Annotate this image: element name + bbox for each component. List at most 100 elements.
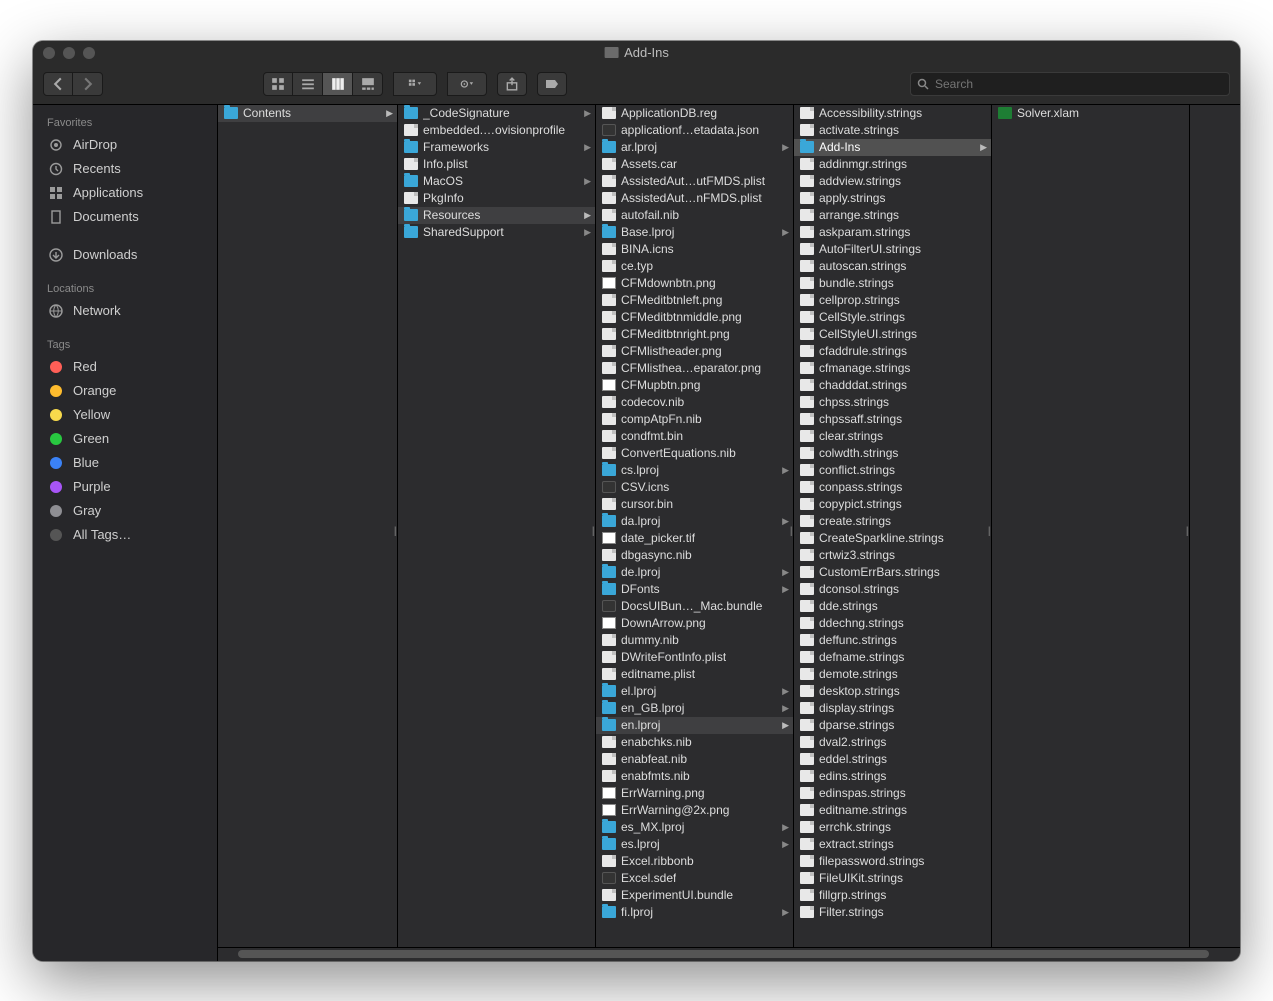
list-item[interactable]: CellStyleUI.strings <box>794 326 991 343</box>
list-item[interactable]: dval2.strings <box>794 734 991 751</box>
arrange-button[interactable] <box>393 72 437 96</box>
list-item[interactable]: Excel.sdef <box>596 870 793 887</box>
sidebar-item[interactable]: Network <box>33 299 217 323</box>
list-item[interactable]: applicationf…etadata.json <box>596 122 793 139</box>
list-item[interactable]: dconsol.strings <box>794 581 991 598</box>
list-item[interactable]: AutoFilterUI.strings <box>794 241 991 258</box>
list-item[interactable]: compAtpFn.nib <box>596 411 793 428</box>
list-item[interactable]: da.lproj▶ <box>596 513 793 530</box>
action-button[interactable] <box>447 72 487 96</box>
list-item[interactable]: autofail.nib <box>596 207 793 224</box>
search-field[interactable] <box>910 72 1230 96</box>
list-item[interactable]: enabchks.nib <box>596 734 793 751</box>
list-item[interactable]: AssistedAut…nFMDS.plist <box>596 190 793 207</box>
list-item[interactable]: condfmt.bin <box>596 428 793 445</box>
list-item[interactable]: ErrWarning@2x.png <box>596 802 793 819</box>
list-item[interactable]: desktop.strings <box>794 683 991 700</box>
list-item[interactable]: date_picker.tif <box>596 530 793 547</box>
list-item[interactable]: enabfmts.nib <box>596 768 793 785</box>
minimize-button[interactable] <box>63 47 75 59</box>
list-item[interactable]: bundle.strings <box>794 275 991 292</box>
forward-button[interactable] <box>73 72 103 96</box>
sidebar-item[interactable]: Documents <box>33 205 217 229</box>
list-item[interactable]: editname.plist <box>596 666 793 683</box>
list-item[interactable]: Resources▶ <box>398 207 595 224</box>
list-item[interactable]: colwdth.strings <box>794 445 991 462</box>
share-button[interactable] <box>497 72 527 96</box>
list-item[interactable]: copypict.strings <box>794 496 991 513</box>
sidebar-item[interactable]: Recents <box>33 157 217 181</box>
sidebar-item[interactable]: Applications <box>33 181 217 205</box>
list-item[interactable]: dde.strings <box>794 598 991 615</box>
sidebar-item[interactable]: Blue <box>33 451 217 475</box>
list-item[interactable]: conflict.strings <box>794 462 991 479</box>
column-resize-grip[interactable]: || <box>394 526 395 537</box>
sidebar-item[interactable]: Green <box>33 427 217 451</box>
close-button[interactable] <box>43 47 55 59</box>
list-item[interactable]: addview.strings <box>794 173 991 190</box>
back-button[interactable] <box>43 72 73 96</box>
list-item[interactable]: embedded.…ovisionprofile <box>398 122 595 139</box>
list-item[interactable]: es_MX.lproj▶ <box>596 819 793 836</box>
sidebar-item[interactable]: Yellow <box>33 403 217 427</box>
sidebar-item[interactable]: Red <box>33 355 217 379</box>
list-item[interactable]: ErrWarning.png <box>596 785 793 802</box>
list-item[interactable]: autoscan.strings <box>794 258 991 275</box>
list-item[interactable]: CreateSparkline.strings <box>794 530 991 547</box>
list-item[interactable]: display.strings <box>794 700 991 717</box>
column[interactable]: Solver.xlam|| <box>992 105 1190 947</box>
column-resize-grip[interactable]: || <box>592 526 593 537</box>
view-column-button[interactable] <box>323 72 353 96</box>
list-item[interactable]: en.lproj▶ <box>596 717 793 734</box>
list-item[interactable]: errchk.strings <box>794 819 991 836</box>
list-item[interactable]: chpssaff.strings <box>794 411 991 428</box>
list-item[interactable]: CFMlisthea…eparator.png <box>596 360 793 377</box>
list-item[interactable]: create.strings <box>794 513 991 530</box>
list-item[interactable]: cfaddrule.strings <box>794 343 991 360</box>
list-item[interactable]: el.lproj▶ <box>596 683 793 700</box>
list-item[interactable]: deffunc.strings <box>794 632 991 649</box>
list-item[interactable]: enabfeat.nib <box>596 751 793 768</box>
column[interactable]: ApplicationDB.regapplicationf…etadata.js… <box>596 105 794 947</box>
list-item[interactable]: DocsUIBun…_Mac.bundle <box>596 598 793 615</box>
list-item[interactable]: Filter.strings <box>794 904 991 921</box>
list-item[interactable]: addinmgr.strings <box>794 156 991 173</box>
column[interactable]: Accessibility.stringsactivate.stringsAdd… <box>794 105 992 947</box>
list-item[interactable]: CFMeditbtnmiddle.png <box>596 309 793 326</box>
sidebar-item[interactable]: Gray <box>33 499 217 523</box>
list-item[interactable]: editname.strings <box>794 802 991 819</box>
list-item[interactable]: clear.strings <box>794 428 991 445</box>
list-item[interactable]: DownArrow.png <box>596 615 793 632</box>
list-item[interactable]: cs.lproj▶ <box>596 462 793 479</box>
list-item[interactable]: FileUIKit.strings <box>794 870 991 887</box>
list-item[interactable]: _CodeSignature▶ <box>398 105 595 122</box>
list-item[interactable]: codecov.nib <box>596 394 793 411</box>
sidebar-item[interactable]: All Tags… <box>33 523 217 547</box>
list-item[interactable]: defname.strings <box>794 649 991 666</box>
view-list-button[interactable] <box>293 72 323 96</box>
list-item[interactable]: MacOS▶ <box>398 173 595 190</box>
zoom-button[interactable] <box>83 47 95 59</box>
list-item[interactable]: CFMlistheader.png <box>596 343 793 360</box>
list-item[interactable]: CustomErrBars.strings <box>794 564 991 581</box>
list-item[interactable]: Base.lproj▶ <box>596 224 793 241</box>
list-item[interactable]: Excel.ribbonb <box>596 853 793 870</box>
column[interactable]: _CodeSignature▶embedded.…ovisionprofileF… <box>398 105 596 947</box>
tags-button[interactable] <box>537 72 567 96</box>
list-item[interactable]: ce.typ <box>596 258 793 275</box>
list-item[interactable]: apply.strings <box>794 190 991 207</box>
list-item[interactable]: chpss.strings <box>794 394 991 411</box>
list-item[interactable]: Contents▶ <box>218 105 397 122</box>
list-item[interactable]: ApplicationDB.reg <box>596 105 793 122</box>
view-gallery-button[interactable] <box>353 72 383 96</box>
list-item[interactable]: SharedSupport▶ <box>398 224 595 241</box>
list-item[interactable]: Frameworks▶ <box>398 139 595 156</box>
list-item[interactable]: activate.strings <box>794 122 991 139</box>
list-item[interactable]: extract.strings <box>794 836 991 853</box>
column-resize-grip[interactable]: || <box>1186 526 1187 537</box>
list-item[interactable]: eddel.strings <box>794 751 991 768</box>
list-item[interactable]: ar.lproj▶ <box>596 139 793 156</box>
sidebar-item[interactable]: Purple <box>33 475 217 499</box>
list-item[interactable]: en_GB.lproj▶ <box>596 700 793 717</box>
list-item[interactable]: dparse.strings <box>794 717 991 734</box>
